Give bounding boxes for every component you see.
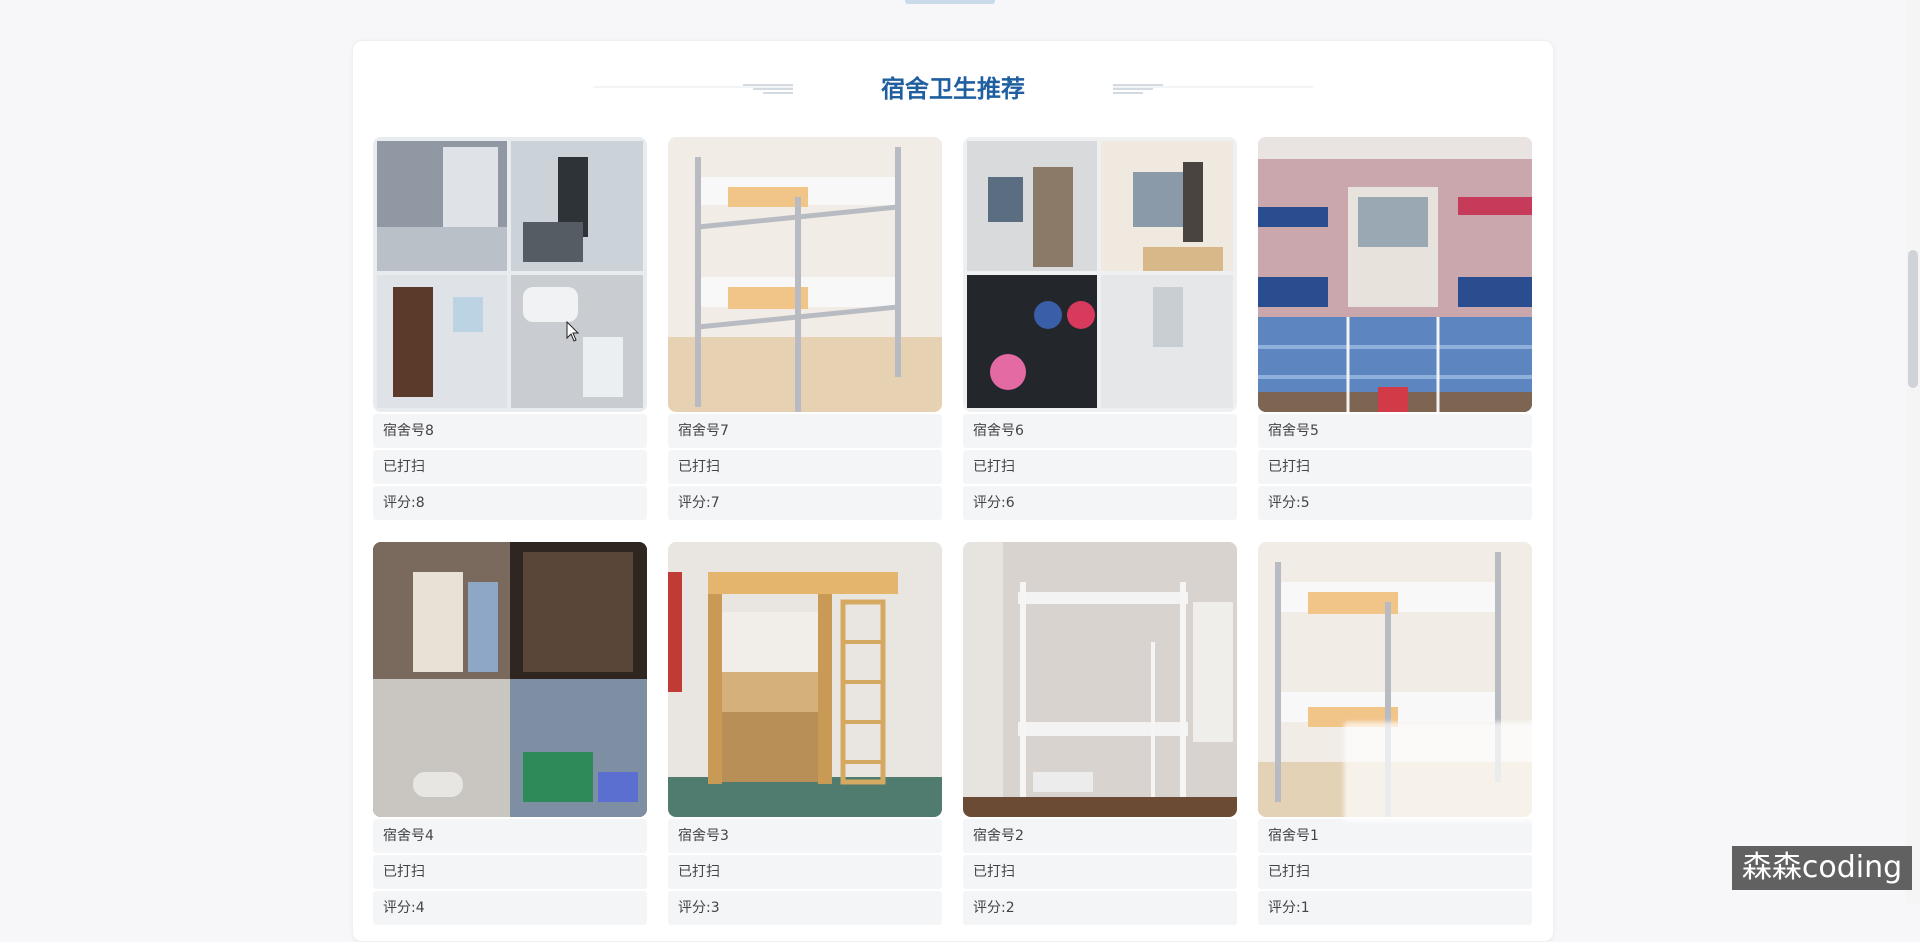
dorm-room-number: 宿舍号1 [1258, 819, 1532, 853]
dorm-score: 评分:2 [963, 891, 1237, 925]
dorm-room-number: 宿舍号2 [963, 819, 1237, 853]
dorm-clean-status: 已打扫 [963, 450, 1237, 484]
dorm-clean-status: 已打扫 [373, 855, 647, 889]
bunk-bed-image[interactable] [668, 137, 942, 412]
loft-bed-image[interactable] [668, 542, 942, 817]
dorm-score: 评分:8 [373, 486, 647, 520]
dorm-score: 评分:3 [668, 891, 942, 925]
dorm-clean-status: 已打扫 [1258, 855, 1532, 889]
dorm-room-number: 宿舍号8 [373, 414, 647, 448]
bunk-bed-image[interactable] [963, 542, 1237, 817]
dorm-card[interactable]: 宿舍号8 已打扫 评分:8 [373, 137, 647, 520]
dorm-card[interactable]: 宿舍号7 已打扫 评分:7 [668, 137, 942, 520]
title-right-decoration [1113, 84, 1313, 94]
dorm-collage-image[interactable] [963, 137, 1237, 412]
dorm-collage-image[interactable] [373, 137, 647, 412]
dorm-card[interactable]: 宿舍号3 已打扫 评分:3 [668, 542, 942, 925]
section-title: 宿舍卫生推荐 [881, 75, 1025, 103]
dorm-room-number: 宿舍号5 [1258, 414, 1532, 448]
dorm-clean-status: 已打扫 [373, 450, 647, 484]
dorm-score: 评分:4 [373, 891, 647, 925]
scrollbar-thumb[interactable] [1908, 250, 1918, 388]
dorm-collage-image[interactable] [373, 542, 647, 817]
dorm-room-number: 宿舍号4 [373, 819, 647, 853]
blur-overlay [1344, 722, 1540, 822]
mouse-cursor-icon [566, 321, 580, 342]
watermark-label: 森森coding [1732, 846, 1912, 890]
dorm-card[interactable]: 宿舍号6 已打扫 评分:6 [963, 137, 1237, 520]
dorm-clean-status: 已打扫 [963, 855, 1237, 889]
dorm-score: 评分:5 [1258, 486, 1532, 520]
dorm-score: 评分:7 [668, 486, 942, 520]
page-scrollbar[interactable] [1906, 0, 1920, 904]
dorm-room-image[interactable] [1258, 137, 1532, 412]
top-nav-indicator [905, 0, 995, 4]
dorm-score: 评分:1 [1258, 891, 1532, 925]
dorm-score: 评分:6 [963, 486, 1237, 520]
title-left-decoration [593, 84, 793, 94]
dorm-card[interactable]: 宿舍号4 已打扫 评分:4 [373, 542, 647, 925]
dorm-room-number: 宿舍号6 [963, 414, 1237, 448]
dorm-room-number: 宿舍号3 [668, 819, 942, 853]
dorm-card[interactable]: 宿舍号5 已打扫 评分:5 [1258, 137, 1532, 520]
dorm-room-number: 宿舍号7 [668, 414, 942, 448]
dorm-clean-status: 已打扫 [668, 855, 942, 889]
dorm-card[interactable]: 宿舍号2 已打扫 评分:2 [963, 542, 1237, 925]
section-header: 宿舍卫生推荐 [353, 69, 1553, 109]
dorm-clean-status: 已打扫 [668, 450, 942, 484]
dorm-clean-status: 已打扫 [1258, 450, 1532, 484]
